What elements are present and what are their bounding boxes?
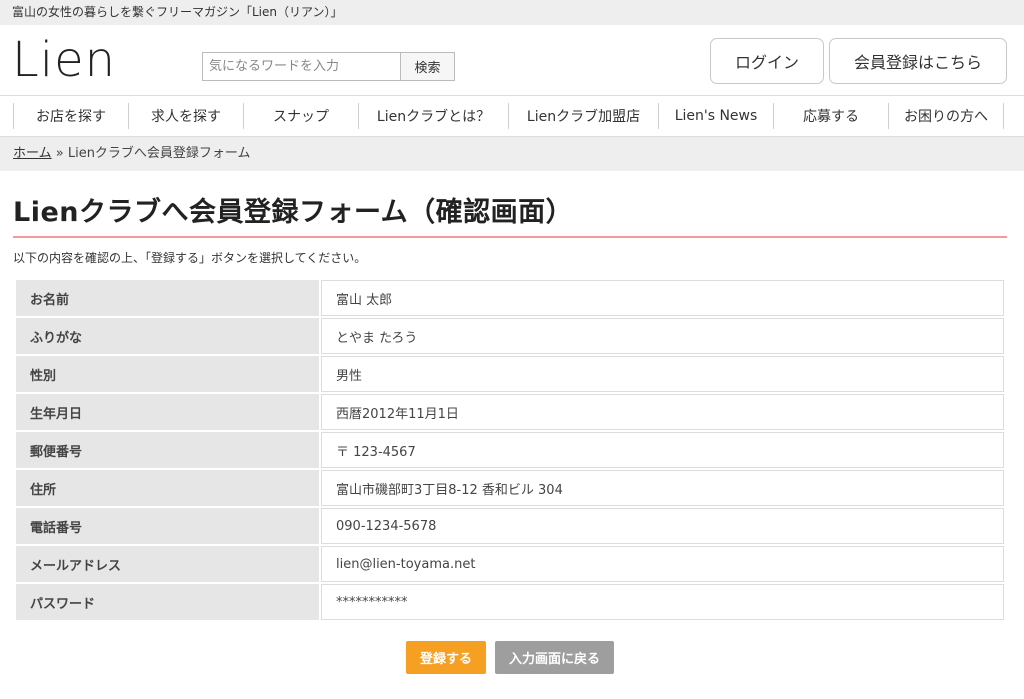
table-row: 生年月日 西暦2012年11月1日 [16,394,1004,430]
breadcrumb-separator: » [51,146,68,161]
form-actions: 登録する 入力画面に戻る [0,641,1024,675]
table-row: ふりがな とやま たろう [16,318,1004,354]
confirmation-table: お名前 富山 太郎 ふりがな とやま たろう 性別 男性 生年月日 西暦2012… [14,278,1006,622]
search-form: 検索 [202,52,455,81]
field-value-furigana: とやま たろう [321,318,1004,354]
lien-logo[interactable]: Lien [12,33,116,87]
site-tagline: 富山の女性の暮らしを繋ぐフリーマガジン「Lien（リアン）」 [12,5,343,19]
breadcrumb-home-link[interactable]: ホーム [13,146,52,161]
table-row: お名前 富山 太郎 [16,280,1004,316]
nav-item-help[interactable]: お困りの方へ [888,103,1004,129]
nav-item-shops[interactable]: お店を探す [13,103,128,129]
field-label-furigana: ふりがな [16,318,319,354]
nav-item-jobs[interactable]: 求人を探す [128,103,243,129]
table-row: パスワード *********** [16,584,1004,620]
field-label-address: 住所 [16,470,319,506]
table-row: 住所 富山市磯部町3丁目8-12 香和ビル 304 [16,470,1004,506]
field-label-birthdate: 生年月日 [16,394,319,430]
breadcrumb: ホーム » Lienクラブへ会員登録フォーム [0,137,1024,171]
field-value-postal-code: 〒 123-4567 [321,432,1004,468]
nav-item-snap[interactable]: スナップ [243,103,358,129]
table-row: 性別 男性 [16,356,1004,392]
table-row: 郵便番号 〒 123-4567 [16,432,1004,468]
nav-item-lien-news[interactable]: Lien's News [658,103,773,129]
table-row: 電話番号 090-1234-5678 [16,508,1004,544]
main-nav: お店を探す 求人を探す スナップ Lienクラブとは？ Lienクラブ加盟店 L… [0,95,1024,137]
confirm-instructions: 以下の内容を確認の上、「登録する」ボタンを選択してください。 [13,251,367,265]
field-value-name: 富山 太郎 [321,280,1004,316]
field-value-email: lien@lien-toyama.net [321,546,1004,582]
back-to-input-button[interactable]: 入力画面に戻る [495,641,614,674]
field-value-address: 富山市磯部町3丁目8-12 香和ビル 304 [321,470,1004,506]
title-divider [13,236,1007,238]
breadcrumb-current: Lienクラブへ会員登録フォーム [67,146,251,161]
field-label-gender: 性別 [16,356,319,392]
field-label-postal-code: 郵便番号 [16,432,319,468]
table-row: メールアドレス lien@lien-toyama.net [16,546,1004,582]
field-value-birthdate: 西暦2012年11月1日 [321,394,1004,430]
nav-item-lien-club-about[interactable]: Lienクラブとは？ [358,103,508,129]
site-tagline-bar: 富山の女性の暮らしを繋ぐフリーマガジン「Lien（リアン）」 [0,0,1024,25]
page-title: Lienクラブへ会員登録フォーム（確認画面） [13,197,574,228]
search-button[interactable]: 検索 [401,52,455,81]
submit-registration-button[interactable]: 登録する [406,641,486,674]
register-button[interactable]: 会員登録はこちら [829,38,1007,84]
field-label-password: パスワード [16,584,319,620]
search-input[interactable] [202,52,401,81]
site-header: Lien 検索 ログイン 会員登録はこちら [0,25,1024,95]
field-label-name: お名前 [16,280,319,316]
field-value-password: *********** [321,584,1004,620]
field-label-phone: 電話番号 [16,508,319,544]
field-value-gender: 男性 [321,356,1004,392]
field-value-phone: 090-1234-5678 [321,508,1004,544]
field-label-email: メールアドレス [16,546,319,582]
nav-item-lien-club-members[interactable]: Lienクラブ加盟店 [508,103,658,129]
login-button[interactable]: ログイン [710,38,824,84]
nav-item-apply[interactable]: 応募する [773,103,888,129]
